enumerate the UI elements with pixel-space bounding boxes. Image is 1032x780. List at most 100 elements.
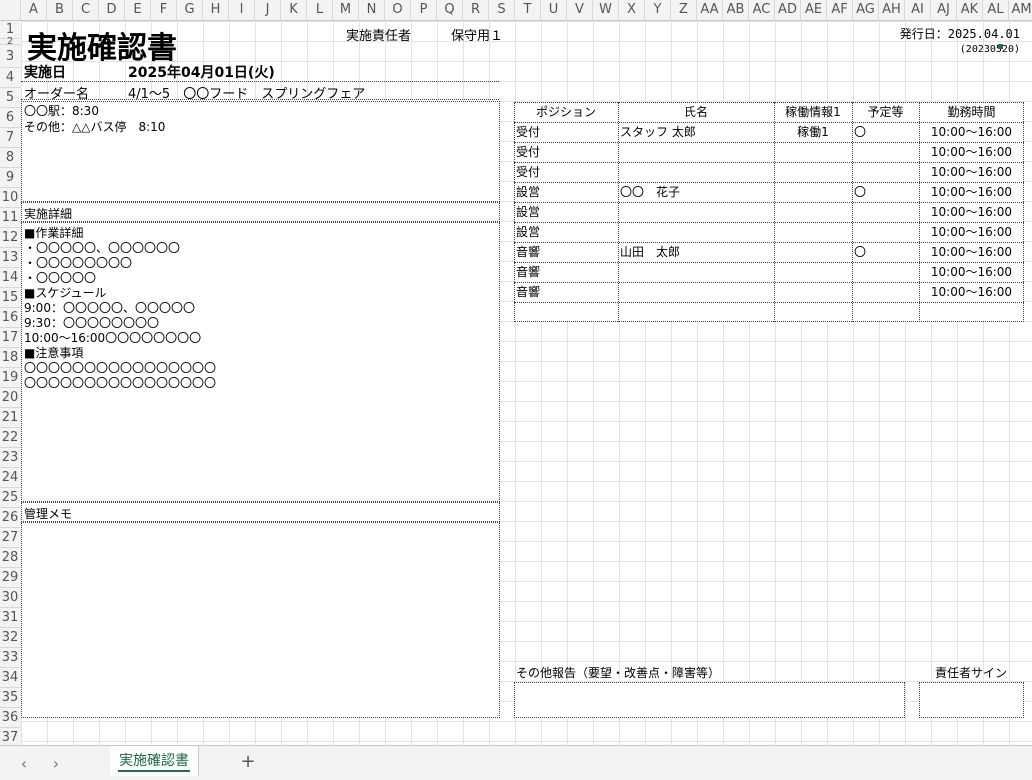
column-header[interactable]: C [73,0,99,20]
staff-table-header-cell[interactable]: 氏名 [618,102,774,122]
staff-table-cell[interactable]: 〇 [852,122,919,142]
row-header[interactable]: 10 [0,188,20,208]
staff-table-cell[interactable] [919,302,1024,322]
staff-table-cell[interactable] [514,302,618,322]
row-header[interactable]: 8 [0,148,20,168]
column-header[interactable]: AC [749,0,775,20]
fill-handle-icon[interactable] [998,44,1003,49]
column-header[interactable]: X [619,0,645,20]
row-header[interactable]: 30 [0,588,20,608]
staff-table-cell[interactable] [852,282,919,302]
staff-table-cell[interactable]: 音響 [514,282,618,302]
row-header[interactable]: 32 [0,628,20,648]
row-header[interactable]: 29 [0,568,20,588]
row-header[interactable]: 25 [0,488,20,508]
column-header[interactable]: AH [879,0,905,20]
row-header[interactable]: 31 [0,608,20,628]
staff-table-cell[interactable]: 〇 [852,182,919,202]
column-header[interactable]: U [541,0,567,20]
row-header[interactable]: 6 [0,108,20,128]
column-header[interactable]: D [99,0,125,20]
column-header[interactable]: AG [853,0,879,20]
memo-box[interactable] [21,522,500,718]
row-header[interactable]: 21 [0,408,20,428]
row-header[interactable]: 17 [0,328,20,348]
staff-table-cell[interactable] [852,162,919,182]
staff-table-cell[interactable] [774,162,852,182]
staff-table-cell[interactable]: 稼働1 [774,122,852,142]
staff-table-cell[interactable]: 設営 [514,202,618,222]
column-header[interactable]: AA [697,0,723,20]
column-header[interactable]: AK [957,0,983,20]
row-header[interactable]: 36 [0,708,20,728]
column-header[interactable]: F [151,0,177,20]
staff-table-cell[interactable] [852,302,919,322]
column-header[interactable]: W [593,0,619,20]
details-box[interactable]: ■作業詳細 ・〇〇〇〇〇、〇〇〇〇〇〇 ・〇〇〇〇〇〇〇〇 ・〇〇〇〇〇 ■スケジュール… [21,222,500,502]
column-header[interactable]: J [255,0,281,20]
row-header[interactable]: 14 [0,268,20,288]
row-header[interactable]: 11 [0,208,20,228]
staff-table-header-cell[interactable]: 勤務時間 [919,102,1024,122]
staff-table-cell[interactable] [852,262,919,282]
column-header[interactable]: P [411,0,437,20]
staff-table-cell[interactable] [852,142,919,162]
meeting-info-box[interactable]: 〇〇駅：8:30 その他：△△バス停 8:10 [21,101,500,202]
staff-table-cell[interactable] [774,222,852,242]
row-header[interactable]: 4 [0,68,20,88]
staff-table-cell[interactable] [618,142,774,162]
row-header[interactable]: 3 [0,45,20,68]
details-header-cell[interactable]: 実施詳細 [21,202,500,222]
column-header[interactable]: AM [1009,0,1032,20]
staff-table-cell[interactable]: 受付 [514,122,618,142]
column-header[interactable]: AJ [931,0,957,20]
column-header[interactable]: E [125,0,151,20]
staff-table-header-cell[interactable]: 稼働情報1 [774,102,852,122]
column-header[interactable]: AI [905,0,931,20]
column-header[interactable]: H [203,0,229,20]
column-header[interactable]: R [463,0,489,20]
staff-table-header-cell[interactable]: ポジション [514,102,618,122]
row-header[interactable]: 35 [0,688,20,708]
row-header[interactable]: 13 [0,248,20,268]
row-header[interactable]: 18 [0,348,20,368]
select-all-corner[interactable] [0,0,21,20]
column-header[interactable]: AD [775,0,801,20]
staff-table-cell[interactable]: 10:00〜16:00 [919,162,1024,182]
staff-table-cell[interactable] [618,262,774,282]
column-header[interactable]: V [567,0,593,20]
staff-table-cell[interactable] [852,222,919,242]
staff-table-cell[interactable] [852,202,919,222]
sheet-grid[interactable]: 実施確認書 実施責任者 保守用１ 発行日：2025.04.01 (2023052… [21,21,1032,745]
column-header[interactable]: N [359,0,385,20]
staff-table-cell[interactable]: 10:00〜16:00 [919,262,1024,282]
row-header[interactable]: 27 [0,528,20,548]
column-header[interactable]: O [385,0,411,20]
staff-table-cell[interactable] [774,182,852,202]
column-header[interactable]: T [515,0,541,20]
staff-table-cell[interactable]: 〇〇 花子 [618,182,774,202]
staff-table-cell[interactable] [618,162,774,182]
staff-table-cell[interactable] [618,302,774,322]
row-header[interactable]: 7 [0,128,20,148]
staff-table-cell[interactable]: 10:00〜16:00 [919,122,1024,142]
memo-header-cell[interactable]: 管理メモ [21,502,500,522]
staff-table-cell[interactable] [774,202,852,222]
column-header[interactable]: G [177,0,203,20]
sheet-tab-active[interactable]: 実施確認書 [110,746,199,776]
row-header[interactable]: 19 [0,368,20,388]
column-header[interactable]: AE [801,0,827,20]
row-header[interactable]: 37 [0,728,20,745]
staff-table-cell[interactable] [618,202,774,222]
staff-table-cell[interactable] [774,282,852,302]
next-sheet-icon[interactable]: › [46,754,66,773]
staff-table-cell[interactable]: 音響 [514,242,618,262]
staff-table-cell[interactable]: 受付 [514,162,618,182]
staff-table-cell[interactable] [774,242,852,262]
column-header[interactable]: S [489,0,515,20]
column-header[interactable]: AB [723,0,749,20]
column-header[interactable]: AL [983,0,1009,20]
staff-table-cell[interactable] [774,302,852,322]
column-header[interactable]: B [47,0,73,20]
column-header[interactable]: K [281,0,307,20]
